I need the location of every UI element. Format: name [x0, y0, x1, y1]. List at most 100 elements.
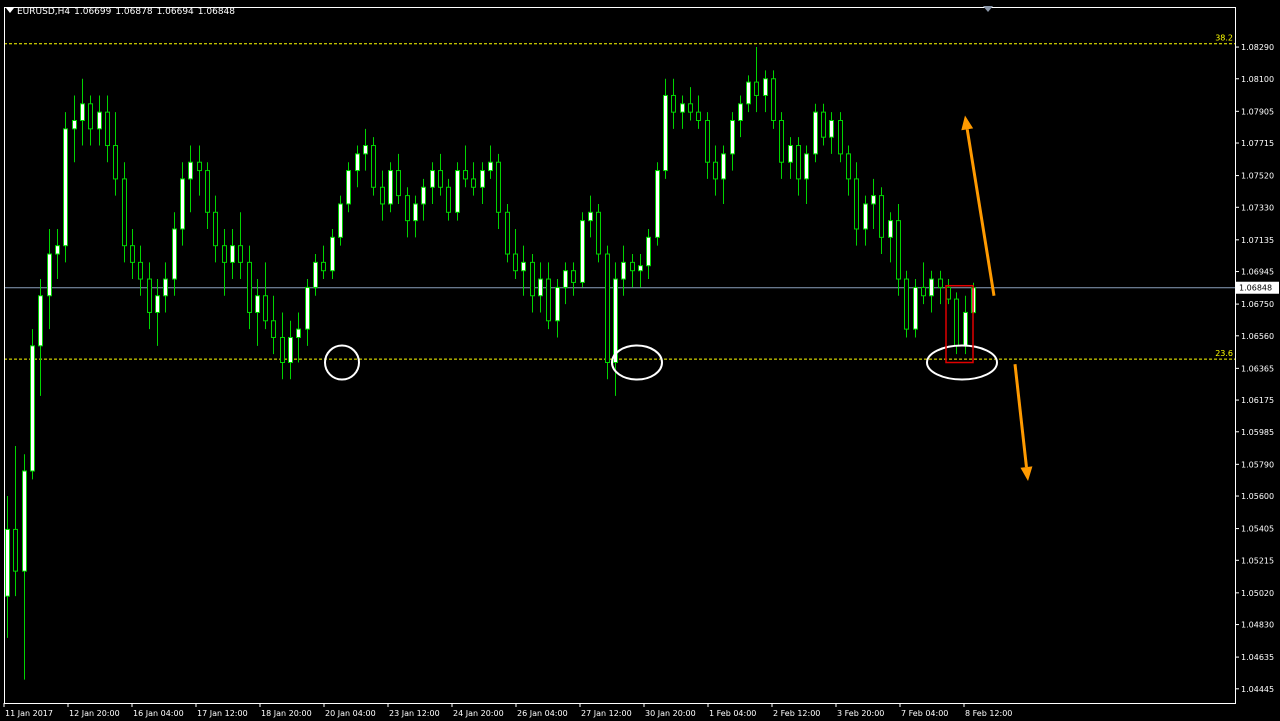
time-axis[interactable]: 11 Jan 2017 12 Jan 20:00 16 Jan 04:00 17 Ja…: [3, 703, 1012, 718]
candle: [763, 70, 768, 113]
price-axis[interactable]: 1.08290 1.08100 1.07905 1.07715 1.07520 1.073…: [1235, 43, 1279, 694]
candle: [338, 195, 343, 246]
candle-body: [688, 103, 693, 113]
x-tick-label: 3 Feb 20:00: [837, 709, 884, 718]
candle-body: [929, 278, 934, 297]
candle: [879, 187, 884, 255]
candle: [746, 75, 751, 113]
candle: [113, 112, 118, 196]
candle-body: [330, 236, 335, 272]
y-tick-label: 1.08100: [1241, 75, 1274, 84]
candle-body: [197, 161, 202, 172]
candle: [680, 95, 685, 129]
candle: [630, 254, 635, 288]
chart-shift-icon[interactable]: [983, 6, 993, 12]
candle: [371, 137, 376, 196]
candle: [904, 270, 909, 338]
candle: [505, 203, 510, 263]
candle: [147, 262, 152, 330]
candle-body: [563, 270, 568, 288]
candle-body: [838, 119, 843, 155]
x-tick-label: 12 Jan 20:00: [69, 709, 120, 718]
candle-body: [630, 261, 635, 272]
price-chart[interactable]: 38.223.6 1.082901.081001.079051.077151.0…: [0, 0, 1280, 721]
candle-body: [829, 119, 834, 138]
candle-body: [663, 94, 668, 172]
up-arrow: [961, 115, 996, 296]
candle: [863, 195, 868, 246]
candle-body: [13, 528, 18, 572]
candle-body: [655, 170, 660, 238]
candle: [913, 279, 918, 338]
candle: [938, 270, 943, 305]
candle-body: [713, 161, 718, 180]
candle: [105, 95, 110, 163]
candle-body: [896, 220, 901, 280]
candle: [122, 162, 127, 263]
candle-body: [122, 178, 127, 247]
candles: [5, 47, 976, 680]
candle: [163, 262, 168, 313]
x-tick-label: 1 Feb 04:00: [709, 709, 756, 718]
candle-body: [222, 245, 227, 263]
candle: [838, 112, 843, 163]
candle-body: [163, 278, 168, 297]
candle-body: [247, 261, 252, 313]
candle-body: [888, 220, 893, 238]
chart-frame: [4, 7, 1236, 704]
candle-body: [538, 278, 543, 297]
candle: [555, 279, 560, 338]
y-tick-label: 1.06945: [1241, 268, 1274, 277]
open-value: 1.06699: [74, 7, 112, 17]
candle-body: [671, 94, 676, 113]
chart-menu-icon[interactable]: [6, 8, 14, 13]
candle: [605, 245, 610, 380]
candle-body: [255, 295, 260, 313]
candle-body: [172, 228, 177, 280]
candle: [671, 78, 676, 129]
high-value: 1.06878: [115, 7, 153, 17]
candle: [530, 254, 535, 313]
candle-body: [296, 328, 301, 338]
x-tick-label: 17 Jan 12:00: [197, 709, 248, 718]
candle: [788, 137, 793, 179]
candle: [730, 112, 735, 171]
candle: [88, 95, 93, 146]
candle-body: [180, 178, 185, 230]
candle-body: [346, 170, 351, 205]
candle-body: [788, 145, 793, 163]
candle-body: [555, 286, 560, 322]
candle-body: [338, 203, 343, 238]
candle-body: [796, 145, 801, 180]
candle: [388, 162, 393, 213]
candle: [738, 95, 743, 138]
candle: [247, 245, 252, 330]
candle: [313, 254, 318, 296]
candle-body: [305, 286, 310, 330]
candle-body: [879, 195, 884, 238]
candle-body: [588, 211, 593, 222]
candle-body: [238, 245, 243, 263]
candle-body: [430, 170, 435, 188]
candle: [688, 87, 693, 121]
candle-body: [396, 170, 401, 197]
candle: [546, 262, 551, 330]
candle: [55, 228, 60, 280]
candle-body: [530, 261, 535, 297]
candle: [563, 262, 568, 305]
candle-body: [55, 245, 60, 255]
candle: [771, 70, 776, 129]
candle: [829, 112, 834, 154]
candle-body: [363, 145, 368, 155]
candle: [871, 178, 876, 229]
y-tick-label: 1.05215: [1241, 556, 1274, 565]
candle-body: [513, 253, 518, 272]
candle-body: [405, 195, 410, 222]
candle-body: [371, 145, 376, 188]
candle: [921, 262, 926, 305]
y-tick-label: 1.07520: [1241, 172, 1274, 181]
candle-body: [954, 298, 959, 347]
candle-body: [580, 220, 585, 283]
candle: [655, 162, 660, 246]
candle-body: [380, 186, 385, 205]
